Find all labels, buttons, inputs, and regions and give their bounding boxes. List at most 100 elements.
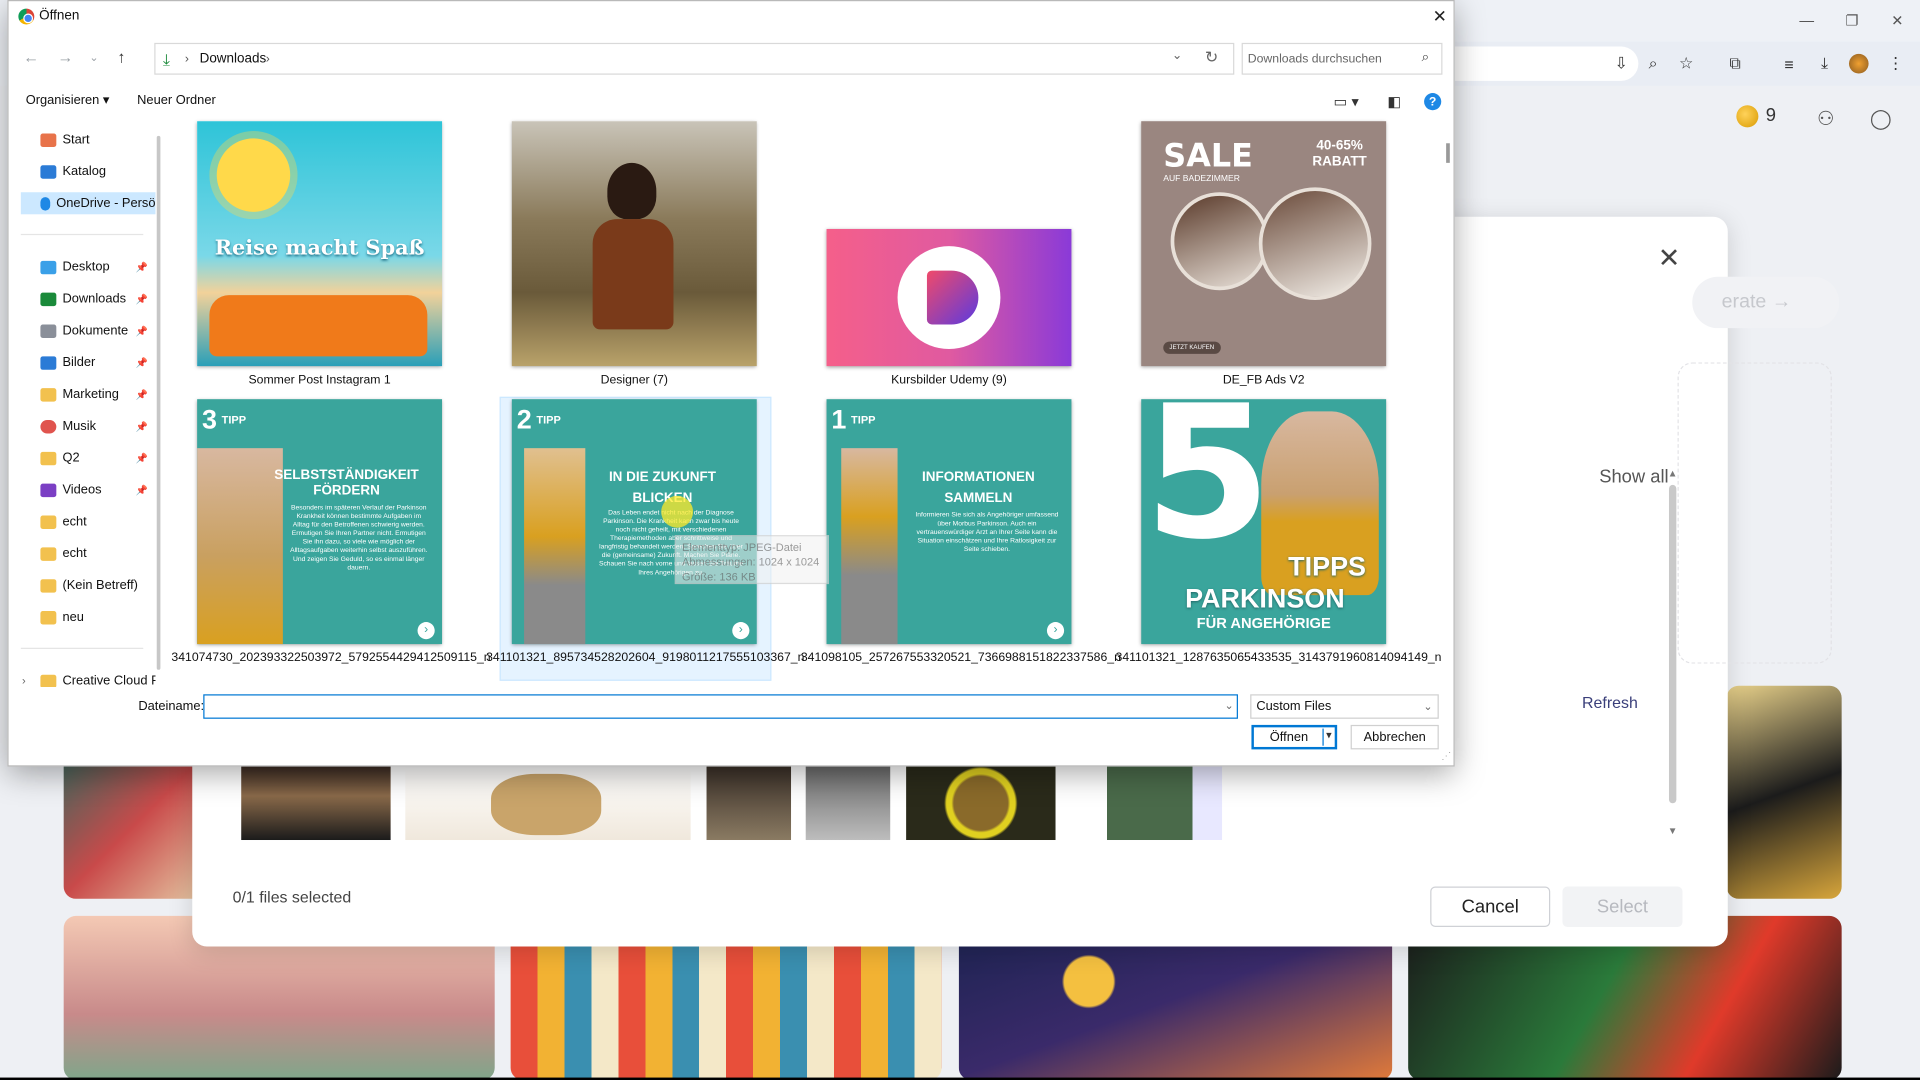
recent-image-thumb[interactable] [706,766,792,841]
show-all-link[interactable]: Show all [1599,467,1668,488]
file-thumbnail [826,228,1072,367]
open-options-icon[interactable]: ▾ [1326,729,1332,742]
filename-input[interactable] [203,694,1238,719]
scrollbar-thumb[interactable] [1668,484,1677,804]
scroll-up-icon[interactable]: ▲ [1668,468,1678,479]
profile-icon[interactable] [1848,53,1869,74]
folder-icon [40,578,57,593]
nav-item-creative-cloud[interactable]: Creative Cloud F [40,670,156,687]
filename-history-icon[interactable]: ⌄ [1225,699,1234,712]
file-tile[interactable]: Kursbilder Udemy (9) [801,121,1097,393]
file-tile[interactable]: 5 TIPPS PARKINSON FÜR ANGEHÖRIGE 3411013… [1116,399,1442,683]
logo-d-shape [926,270,979,325]
up-icon[interactable]: ↑ [118,48,126,66]
install-icon[interactable]: ⇩ [1609,51,1633,75]
download-icon [40,292,57,306]
nav-item-onedrive[interactable]: OneDrive - Persö [20,192,156,215]
pin-icon[interactable]: 📌 [136,325,148,336]
nav-item-start[interactable]: Start [40,129,90,151]
file-name: 341101321_895734528202604_91980112175551… [486,651,805,665]
pin-icon[interactable]: 📌 [136,452,148,463]
recent-image-thumb[interactable] [805,766,891,841]
nav-item-videos[interactable]: Videos 📌 [40,479,148,501]
address-history-icon[interactable]: ⌄ [1172,49,1182,62]
split-divider [1322,728,1324,746]
pin-icon[interactable]: 📌 [136,421,148,432]
pin-icon[interactable]: 📌 [136,357,148,368]
star-icon[interactable]: ☆ [1674,51,1698,75]
address-bar[interactable]: ⤓ › Downloads › ⌄ ↻ [154,42,1235,75]
help-icon[interactable]: ? [1424,93,1442,111]
file-name: Sommer Post Instagram 1 [248,373,391,387]
expand-icon[interactable]: › [22,675,26,687]
refresh-link[interactable]: Refresh [1582,693,1638,711]
refresh-icon[interactable]: ↻ [1205,48,1218,68]
recent-image-thumb[interactable] [241,766,391,841]
breadcrumb-downloads[interactable]: Downloads [200,51,267,66]
pin-icon[interactable]: 📌 [136,261,148,272]
modal-scrollbar[interactable]: ▲ ▼ [1667,468,1682,840]
extensions-icon[interactable]: ⧉ [1723,51,1747,75]
select-button[interactable]: Select [1562,886,1683,927]
view-mode-icon[interactable]: ▭ ▾ [1333,93,1358,110]
back-icon[interactable]: ← [23,48,39,66]
file-tile[interactable]: Designer (7) [486,121,782,393]
new-folder-button[interactable]: Neuer Ordner [137,93,216,108]
nav-item-echt[interactable]: echt [40,542,87,564]
tip-body: Besonders im späteren Verlauf der Parkin… [290,504,428,572]
modal-close-icon[interactable]: ✕ [1657,244,1681,271]
nav-item-kein-betreff[interactable]: (Kein Betreff) [40,574,138,596]
abbrechen-button[interactable]: Abbrechen [1350,724,1439,750]
file-tile[interactable]: Reise macht Spaß Sommer Post Instagram 1 [171,121,467,393]
nav-item-desktop[interactable]: Desktop 📌 [40,256,148,278]
recent-image-thumb[interactable] [405,766,691,841]
cancel-button[interactable]: Cancel [1430,886,1551,927]
nav-item-musik[interactable]: Musik 📌 [40,415,148,437]
menu-icon[interactable]: ⋮ [1883,51,1907,75]
nav-item-q2[interactable]: Q2 📌 [40,447,148,469]
organize-menu[interactable]: Organisieren ▾ [26,93,110,108]
generate-button[interactable]: erate → [1692,276,1840,329]
dialog-close-icon[interactable]: ✕ [1433,6,1447,27]
nav-item-marketing[interactable]: Marketing 📌 [40,383,148,405]
file-tile[interactable]: SALE 40-65% RABATT AUF BADEZIMMER JETZT … [1116,121,1412,393]
nav-item-neu[interactable]: neu [40,606,84,628]
nav-item-downloads[interactable]: Downloads 📌 [40,288,148,310]
media-icon[interactable]: ≡ [1777,51,1801,75]
tip-word: TIPP [221,413,247,427]
gallery-image[interactable] [1726,685,1842,899]
file-tile[interactable]: 1 TIPP INFORMATIONEN SAMMELN Informieren… [801,399,1121,683]
breadcrumb-chevron-icon[interactable]: › [266,53,270,66]
window-close-button[interactable]: ✕ [1875,0,1920,42]
recent-image-thumb[interactable] [906,766,1056,841]
restore-button[interactable]: ❐ [1829,0,1874,42]
recent-image-thumb[interactable] [1070,766,1223,841]
preview-pane-icon[interactable]: ◧ [1387,93,1401,110]
search-input[interactable] [1247,48,1417,69]
navigation-pane: Start Katalog › OneDrive - Persö Desktop… [9,121,156,687]
nav-item-echt[interactable]: echt [40,511,87,533]
scroll-down-icon[interactable]: ▼ [1668,825,1678,836]
drop-zone[interactable] [1677,362,1832,664]
file-tile[interactable]: 3 TIPP SELBSTSTÄNDIGKEIT FÖRDERN Besonde… [171,399,491,683]
open-button[interactable]: Öffnen ▾ [1251,724,1338,750]
nav-item-dokumente[interactable]: Dokumente 📌 [40,320,148,342]
download-icon[interactable]: ⤓ [1812,51,1836,75]
user-icon[interactable]: ◯ [1867,105,1894,132]
content-scrollbar[interactable] [1446,143,1450,163]
pin-icon[interactable]: 📌 [136,293,148,304]
community-icon[interactable]: ⚇ [1812,105,1839,132]
nav-item-bilder[interactable]: Bilder 📌 [40,351,148,373]
resize-grip-icon[interactable]: ⋰ [1441,751,1451,762]
pin-icon[interactable]: 📌 [136,484,148,495]
recent-locations-icon[interactable]: ⌄ [89,51,98,64]
zoom-icon[interactable]: ⌕ [1641,51,1665,75]
filetype-select[interactable]: Custom Files ⌄ [1250,694,1439,719]
minimize-button[interactable]: — [1784,0,1829,42]
nav-item-katalog[interactable]: Katalog [40,160,106,182]
pin-icon[interactable]: 📌 [136,389,148,400]
forward-icon[interactable]: → [58,48,74,66]
sale-subheading: AUF BADEZIMMER [1163,175,1240,184]
big-number: 5 [1143,399,1272,581]
search-box[interactable]: ⌕ [1241,42,1443,75]
